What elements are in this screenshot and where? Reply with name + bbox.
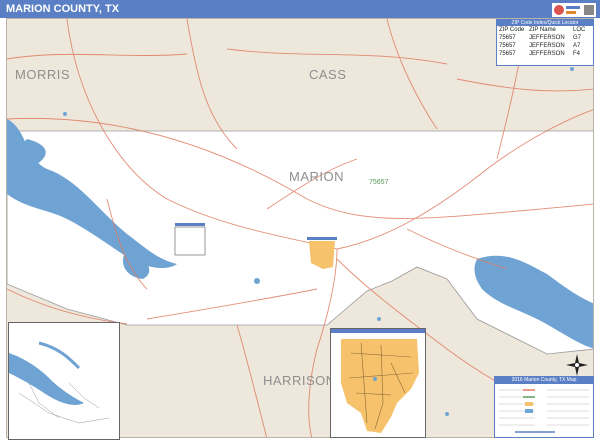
county-label-marion: MARION <box>289 169 344 184</box>
compass-rose-icon <box>566 354 588 376</box>
publisher-logo-icon <box>552 3 596 17</box>
county-label-morris: MORRIS <box>15 67 70 82</box>
table-row: 75657 JEFFERSON F4 <box>499 51 581 57</box>
inset-map-jefferson[interactable] <box>330 328 426 438</box>
table-row: 75657 JEFFERSON G7 <box>499 35 582 41</box>
legend-title: 2016 Marion County, TX Map <box>495 377 593 384</box>
table-row: 75657 JEFFERSON A7 <box>499 43 581 49</box>
map-legend: 2016 Marion County, TX Map <box>494 376 594 438</box>
map-title: MARION COUNTY, TX <box>0 0 600 18</box>
zip-code-label: 75657 <box>369 179 389 186</box>
zip-table-column-headers: ZIP Code ZIP Name LOC <box>497 26 593 34</box>
zip-code-index-table: ZIP Code Index/Quick Locator ZIP Code ZI… <box>496 19 594 66</box>
zip-col-name: ZIP Name <box>529 27 556 33</box>
county-label-cass: CASS <box>309 67 347 82</box>
zip-col-loc: LOC <box>573 27 586 33</box>
zip-col-zip: ZIP Code <box>499 27 525 33</box>
map-frame: MARION COUNTY, TX MORRIS CASS MARION HAR… <box>0 0 600 442</box>
county-label-harrison: HARRISON <box>263 373 336 388</box>
inset-map-lake[interactable] <box>8 322 120 440</box>
